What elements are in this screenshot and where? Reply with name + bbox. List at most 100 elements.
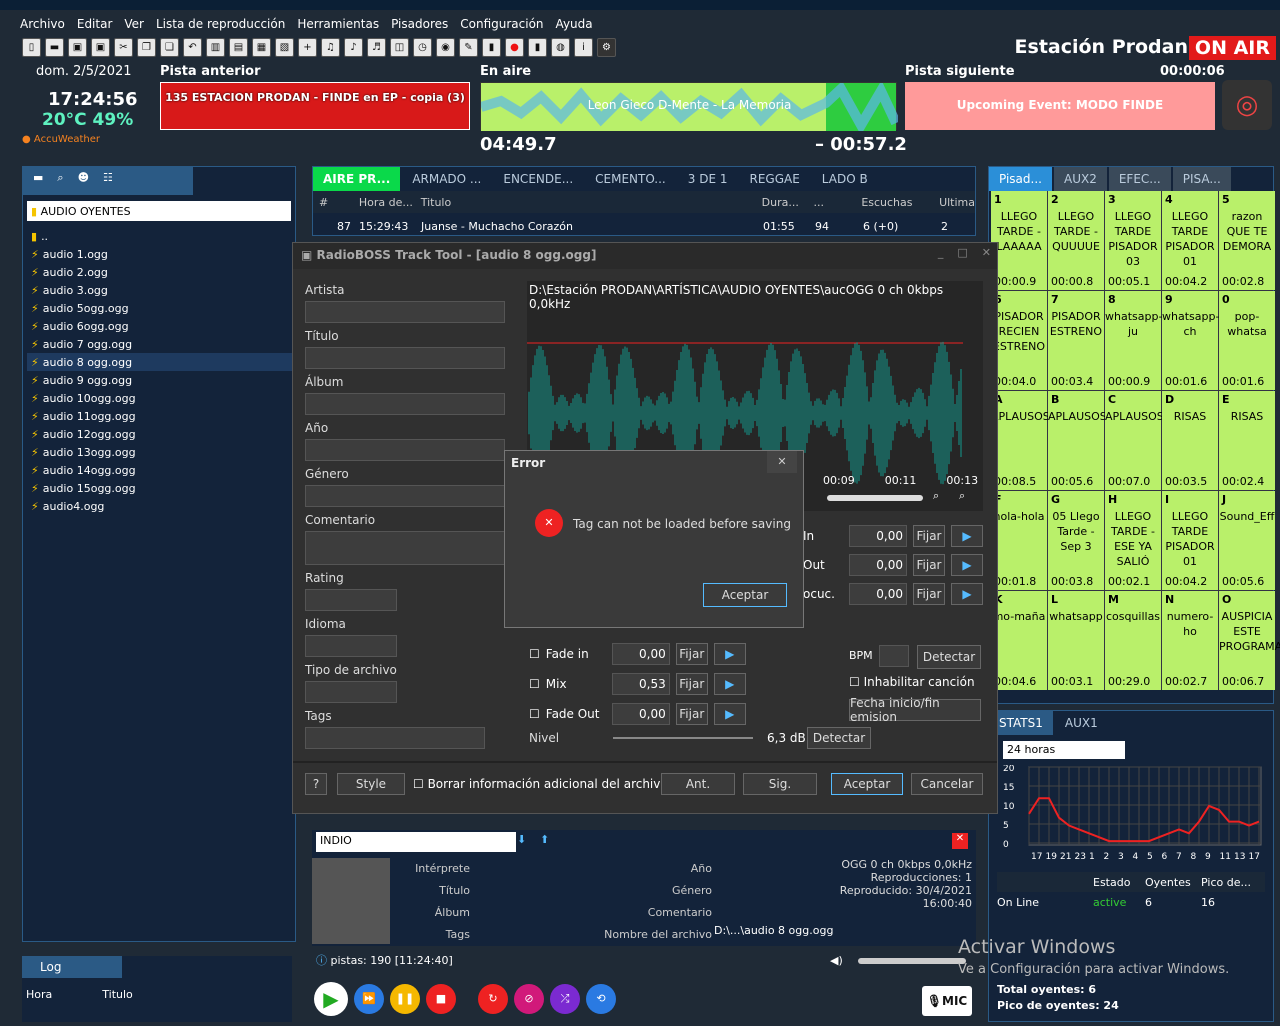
stats-range-select[interactable]: 24 horas [1003,741,1125,759]
undo-icon[interactable]: ↶ [183,38,202,57]
style-button[interactable]: Style [337,773,405,795]
zoom-slider[interactable] [827,495,923,501]
pisador-button[interactable]: Fhola-hola00:01.8 [991,491,1047,590]
zoom-in-icon[interactable]: ⌕ [959,489,979,507]
tools-icon[interactable]: ✎ [459,38,478,57]
zoom-out-icon[interactable]: ⌕ [933,489,953,507]
fade-play-icon[interactable]: ▶ [713,703,746,725]
folder-dropdown[interactable]: ▮ AUDIO OYENTES [27,201,291,221]
rating-select[interactable] [305,589,397,611]
search-icon[interactable]: ⌕ [57,171,63,191]
fade-input[interactable]: 0,53 [611,673,670,695]
mic-button[interactable]: 🎙 MIC [922,986,972,1016]
save-as-icon[interactable]: ▣ [91,38,110,57]
pisador-button[interactable]: 5 razon QUE TE DEMORA 00:02.8 [1219,191,1275,290]
col-dur[interactable]: Dura... [762,196,814,209]
tag-field-input[interactable] [305,347,505,369]
tag-field-input[interactable] [305,439,505,461]
list-item[interactable]: ⚡ audio 13ogg.ogg [27,443,295,461]
col-time[interactable]: Hora de... [359,196,421,209]
cue-play-icon[interactable]: ▶ [951,582,983,605]
next-track[interactable]: Upcoming Event: MODO FINDE [905,82,1215,130]
bpm-input[interactable] [879,645,909,667]
pisador-button[interactable]: B APLAUSOS 00:05.6 [1048,391,1107,490]
stats-col-pico[interactable]: Pico de... [1201,876,1251,889]
menu-configuracion[interactable]: Configuración [460,17,543,31]
list-item[interactable]: ⚡ audio 11ogg.ogg [27,407,295,425]
loop-icon[interactable]: ⟲ [586,984,616,1014]
error-accept-button[interactable]: Aceptar [703,583,787,607]
add-icon[interactable]: + [298,38,317,57]
disable-song-checkbox[interactable]: ☐ Inhabilitar canción [849,675,975,689]
level-slider[interactable] [613,737,753,739]
fade-input[interactable]: 0,00 [611,703,670,725]
list-item[interactable]: ⚡ audio 3.ogg [27,281,295,299]
minimize-icon[interactable]: _ [938,246,944,259]
pisador-button[interactable]: 7 PISADOR ESTRENO 00:03.4 [1048,291,1104,390]
prev-track-button[interactable]: Ant. [661,773,735,795]
menu-ver[interactable]: Ver [124,17,144,31]
gear-icon[interactable]: ⚙ [597,38,616,57]
pisador-button[interactable]: 1 LLEGO TARDE - LAAAAA 00:00.9 [991,191,1047,290]
fade-checkbox[interactable]: ☐ [529,647,540,661]
list-item[interactable]: ⚡ audio 8 ogg.ogg [27,353,295,371]
list-item[interactable]: ⚡ audio 10ogg.ogg [27,389,295,407]
pisador-button[interactable]: Lwhatsapp 00:03.1 [1048,591,1104,690]
save-icon[interactable]: ▣ [68,38,87,57]
pisador-button[interactable]: Mcosquillas 00:29.0 [1105,591,1161,690]
cue-set-button[interactable]: Fijar [913,553,945,576]
search-input[interactable]: INDIO [316,832,516,852]
pisador-button[interactable]: 6PISADOR RECIEN ESTRENO00:04.0 [991,291,1047,390]
pisador-button[interactable]: Nnumero-ho 00:02.7 [1162,591,1218,690]
fade-set-button[interactable]: Fijar [675,643,708,665]
fade-set-button[interactable]: Fijar [675,703,708,725]
list-item[interactable]: ⚡ audio 15ogg.ogg [27,479,295,497]
pisador-button[interactable]: 4 LLEGO TARDE PISADOR 01 00:04.2 [1162,191,1218,290]
music-add-icon[interactable]: ♫ [321,38,340,57]
pisador-button[interactable]: D RISAS 00:03.5 [1162,391,1218,490]
cancel-button[interactable]: Cancelar [911,773,983,795]
arrow-up-icon[interactable]: ⬆ [540,833,549,846]
list-item[interactable]: ⚡ audio 5ogg.ogg [27,299,295,317]
menu-editar[interactable]: Editar [77,17,113,31]
accept-button[interactable]: Aceptar [831,773,903,795]
clear-info-checkbox[interactable]: ☐ Borrar información adicional del archi… [413,777,668,791]
image-icon[interactable]: ◫ [390,38,409,57]
pisador-button[interactable]: J Sound_Eff 00:05.6 [1219,491,1275,590]
weather-text[interactable]: 20°C 49% [42,110,156,130]
playlist-tab[interactable]: ENCENDE... [493,167,584,191]
cue-input[interactable]: 0,00 [849,582,907,605]
tag-field-input[interactable] [305,485,505,507]
list-item[interactable]: ⚡ audio 7 ogg.ogg [27,335,295,353]
pause-icon[interactable]: ❚❚ [390,984,420,1014]
record-icon[interactable]: ● [505,38,524,57]
menu-herramientas[interactable]: Herramientas [297,17,379,31]
pisador-button[interactable]: 3 LLEGO TARDE PISADOR 03 00:05.1 [1105,191,1161,290]
stats-col-oyentes[interactable]: Oyentes [1145,876,1201,889]
globe-icon[interactable]: ◍ [551,38,570,57]
col-title[interactable]: Titulo [421,196,762,209]
next-track-button[interactable]: Sig. [743,773,817,795]
list-item[interactable]: ▮.. [27,227,295,245]
pisador-button[interactable]: O AUSPICIA ESTE PROGRAMA 00:06.7 [1219,591,1280,690]
playlist-tab[interactable]: AIRE PR... [313,167,401,191]
current-track-waveform[interactable]: Leon Gieco D-Mente - La Memoria [479,80,901,136]
music-insert-icon[interactable]: ♪ [344,38,363,57]
pisador-button[interactable]: E RISAS 00:02.4 [1219,391,1275,490]
close-icon[interactable]: ✕ [982,246,991,259]
log-col-titulo[interactable]: Titulo [102,988,133,1001]
tag-field-input[interactable] [305,531,505,565]
schedule-icon[interactable]: ◷ [413,38,432,57]
tab-pisa[interactable]: PISA... [1172,167,1231,191]
bpm-detect-button[interactable]: Detectar [917,645,981,669]
pisador-button[interactable]: Kmo-maña 00:04.6 [991,591,1047,690]
paste-icon[interactable]: ❏ [160,38,179,57]
menu-pisadores[interactable]: Pisadores [391,17,448,31]
menu-archivo[interactable]: Archivo [20,17,65,31]
block-icon[interactable]: ⊘ [514,984,544,1014]
prev-track[interactable]: 135 ESTACION PRODAN - FINDE en EP - copi… [160,82,470,130]
pisador-button[interactable]: I LLEGO TARDE PISADOR 01 00:04.2 [1162,491,1218,590]
pisador-button[interactable]: G 05 Llego Tarde - Sep 3 00:03.8 [1048,491,1104,590]
tab-efec[interactable]: EFEC... [1108,167,1171,191]
pisador-button[interactable]: 0 pop-whatsa 00:01.6 [1219,291,1275,390]
